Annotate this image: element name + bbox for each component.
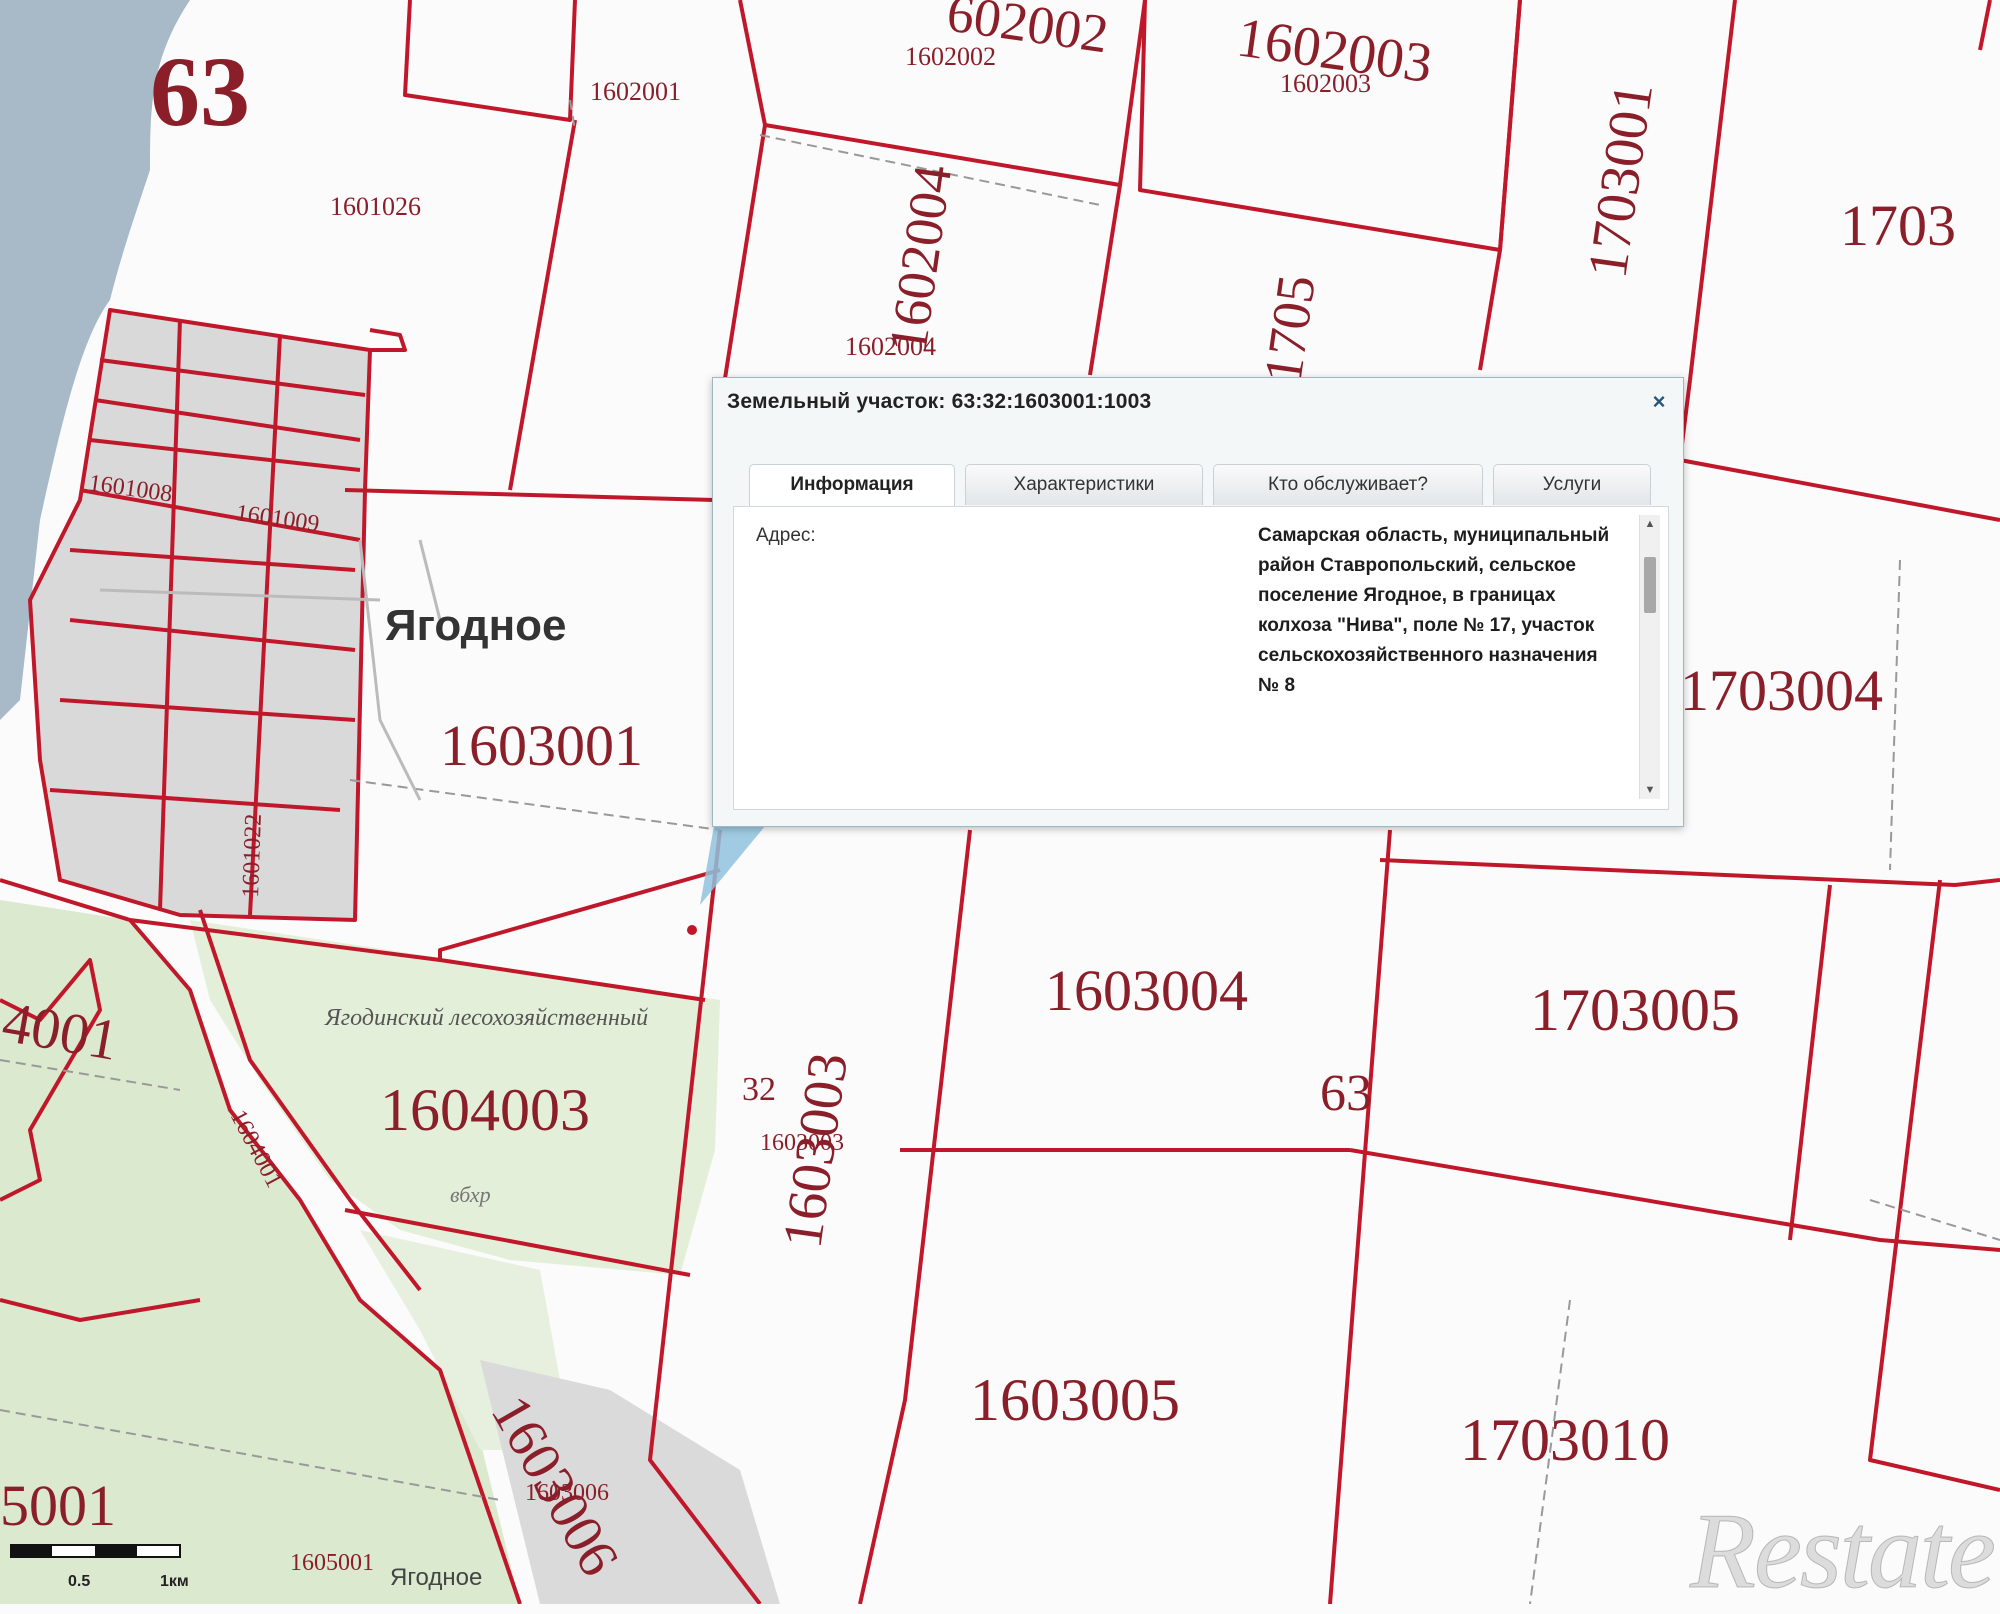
tab-who-serves[interactable]: Кто обслуживает? (1213, 464, 1483, 505)
tab-services[interactable]: Услуги (1493, 464, 1651, 505)
block-label-1603005: 1603005 (970, 1367, 1180, 1433)
block-label-1602004: 1602004 (877, 161, 963, 357)
scale-bar-graphic (9, 1544, 181, 1558)
block-label-1703001: 1703001 (1576, 79, 1665, 282)
small-note-label: вбхр (450, 1182, 491, 1207)
scale-bar: 0.5 1км (9, 1539, 210, 1590)
scale-tick-one-km: 1км (160, 1573, 189, 1590)
small-label-1603003: 1603003 (760, 1130, 844, 1156)
scroll-up-icon[interactable]: ▲ (1640, 515, 1660, 533)
small-label-32: 32 (742, 1071, 776, 1108)
popup-pointer (700, 820, 770, 905)
forestry-label: Ягодинский лесохозяйственный (324, 1005, 648, 1031)
scroll-thumb[interactable] (1644, 557, 1656, 613)
settlement-label-small: Ягодное (390, 1564, 482, 1591)
block-label-1703004: 1703004 (1680, 658, 1883, 723)
block-label-1703005: 1703005 (1530, 977, 1740, 1043)
small-label-1602004: 1602004 (845, 332, 936, 361)
restate-watermark: Restate (1690, 1492, 1997, 1612)
info-panel: Адрес: Самарская область, муниципальный … (733, 506, 1669, 810)
block-label-1603004: 1603004 (1045, 958, 1248, 1023)
address-value: Самарская область, муниципальный район С… (1258, 525, 1610, 696)
parcel-marker[interactable] (687, 925, 697, 935)
small-label-1603006: 1603006 (525, 1480, 609, 1506)
region-label-63-bottom: 63 (1320, 1065, 1372, 1122)
region-label-63-top: 63 (150, 36, 250, 147)
tab-characteristics[interactable]: Характеристики (965, 464, 1203, 505)
block-label-1604003: 1604003 (380, 1077, 590, 1143)
address-label: Адрес: (756, 525, 816, 546)
settlement-label: Ягодное (385, 601, 567, 650)
small-label-1601022: 1601022 (238, 813, 267, 898)
block-label-1703010: 1703010 (1460, 1407, 1670, 1473)
close-icon[interactable]: × (1647, 390, 1671, 414)
small-label-1605001: 1605001 (290, 1550, 374, 1576)
parcel-info-dialog: Земельный участок: 63:32:1603001:1003 × … (712, 377, 1684, 827)
small-label-1602001: 1602001 (590, 77, 681, 106)
panel-scrollbar[interactable]: ▲ ▼ (1639, 515, 1660, 799)
scroll-down-icon[interactable]: ▼ (1640, 781, 1660, 799)
dialog-title: Земельный участок: 63:32:1603001:1003 (727, 390, 1152, 413)
scale-tick-half-km: 0.5 (68, 1573, 91, 1590)
block-label-1703: 1703 (1840, 193, 1956, 258)
block-label-1705: 1705 (1252, 271, 1326, 386)
village-built-up (30, 310, 370, 920)
small-label-1602003: 1602003 (1280, 69, 1371, 98)
block-label-1603001: 1603001 (440, 713, 643, 778)
small-label-1602002: 1602002 (905, 42, 996, 71)
tab-information[interactable]: Информация (749, 464, 955, 507)
block-label-5001: 5001 (0, 1473, 116, 1538)
small-label-1601026: 1601026 (330, 192, 421, 221)
